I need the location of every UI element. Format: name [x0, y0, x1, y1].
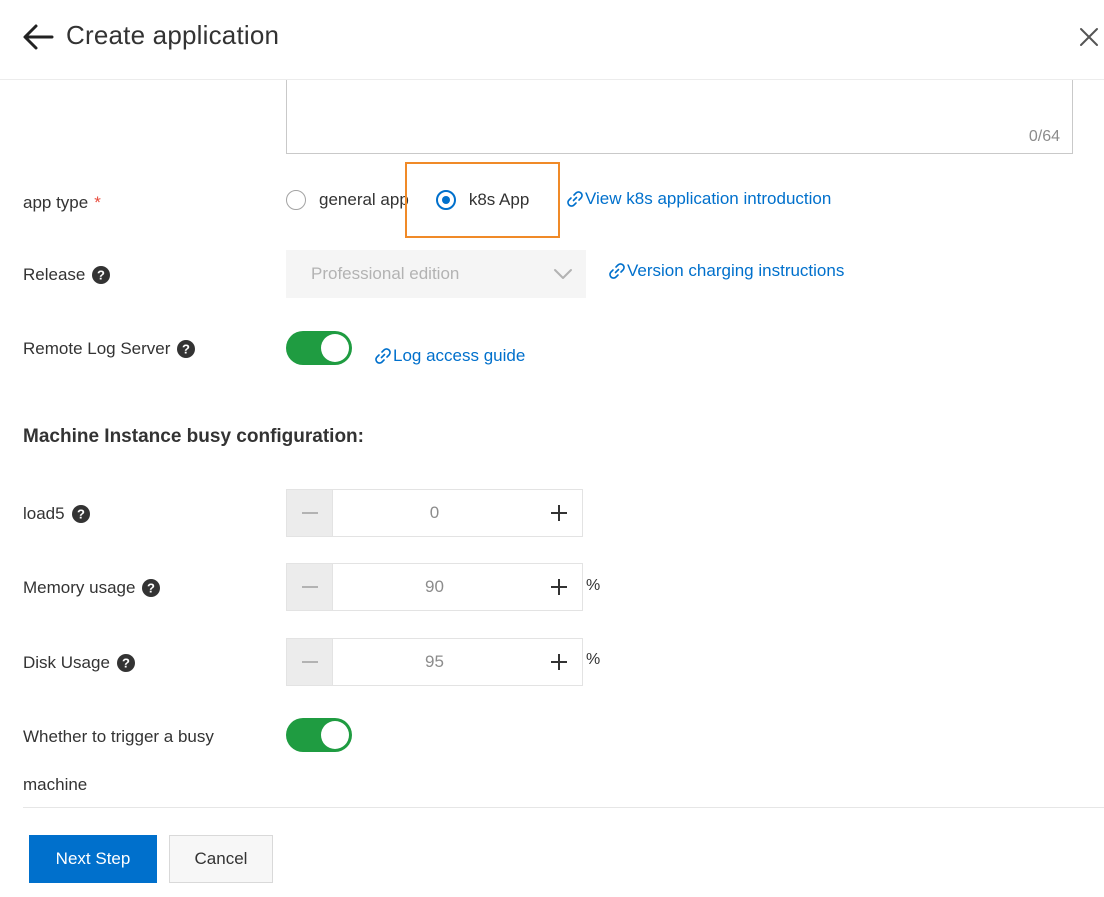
increment-button[interactable]: [536, 489, 583, 537]
plus-icon: [551, 654, 567, 670]
radio-general-app[interactable]: general app: [286, 190, 409, 210]
log-access-link[interactable]: Log access guide: [374, 346, 525, 366]
chevron-down-icon: [554, 269, 572, 279]
app-type-label: app type *: [23, 193, 101, 213]
decrement-button[interactable]: [286, 563, 333, 611]
link-icon: [609, 263, 625, 279]
disk-usage-stepper: 95: [286, 638, 583, 686]
memory-usage-label: Memory usage ?: [23, 578, 161, 598]
increment-button[interactable]: [536, 563, 583, 611]
char-count: 0/64: [1028, 128, 1060, 145]
radio-label-k8s: k8s App: [468, 190, 530, 209]
app-type-label-text: app type: [23, 193, 89, 212]
load5-input[interactable]: 0: [333, 489, 536, 537]
k8s-intro-link[interactable]: View k8s application introduction: [566, 189, 831, 209]
memory-usage-input[interactable]: 90: [333, 563, 536, 611]
version-charging-link-text[interactable]: Version charging instructions: [627, 261, 844, 281]
disk-usage-label-text: Disk Usage: [23, 653, 110, 672]
increment-button[interactable]: [536, 638, 583, 686]
remote-log-toggle[interactable]: [286, 331, 352, 365]
app-type-radio-group: general app k8s App: [286, 190, 529, 210]
footer-divider: [23, 807, 1104, 808]
svg-text:?: ?: [122, 656, 130, 671]
log-access-link-text[interactable]: Log access guide: [393, 346, 525, 366]
release-select[interactable]: Professional edition: [286, 250, 586, 298]
memory-usage-stepper: 90: [286, 563, 583, 611]
radio-label-general: general app: [319, 190, 409, 209]
remote-log-label-text: Remote Log Server: [23, 339, 171, 358]
disk-usage-label: Disk Usage ?: [23, 653, 135, 673]
description-textarea[interactable]: 0/64: [286, 80, 1073, 154]
help-icon[interactable]: ?: [177, 340, 196, 358]
help-icon[interactable]: ?: [92, 266, 111, 284]
disk-usage-input[interactable]: 95: [333, 638, 536, 686]
drawer-header: Create application: [0, 0, 1104, 80]
remote-log-label: Remote Log Server ?: [23, 339, 196, 359]
svg-text:?: ?: [77, 507, 85, 522]
close-icon[interactable]: [1076, 24, 1102, 50]
svg-text:?: ?: [147, 581, 155, 596]
toggle-knob: [321, 334, 349, 362]
radio-k8s-app[interactable]: k8s App: [435, 190, 530, 210]
minus-icon: [301, 512, 318, 514]
trigger-busy-label-line1: Whether to trigger a busy: [23, 727, 214, 746]
minus-icon: [301, 586, 318, 588]
svg-text:?: ?: [182, 342, 190, 357]
radio-circle-k8s[interactable]: [435, 190, 456, 210]
back-arrow-icon[interactable]: [22, 22, 54, 52]
k8s-intro-link-text[interactable]: View k8s application introduction: [585, 189, 831, 209]
radio-circle-general[interactable]: [286, 190, 306, 210]
link-icon: [375, 348, 391, 364]
help-icon[interactable]: ?: [142, 579, 161, 597]
release-label: Release ?: [23, 265, 111, 285]
trigger-busy-toggle[interactable]: [286, 718, 352, 752]
toggle-knob: [321, 721, 349, 749]
decrement-button[interactable]: [286, 489, 333, 537]
release-label-text: Release: [23, 265, 86, 284]
load5-label: load5 ?: [23, 504, 90, 524]
minus-icon: [301, 661, 318, 663]
help-icon[interactable]: ?: [116, 654, 135, 672]
plus-icon: [551, 579, 567, 595]
memory-usage-label-text: Memory usage: [23, 578, 136, 597]
svg-text:?: ?: [97, 268, 105, 283]
section-title: Machine Instance busy configuration:: [23, 426, 364, 447]
load5-label-text: load5: [23, 504, 65, 523]
page-title: Create application: [66, 20, 280, 50]
percent-suffix: %: [586, 651, 601, 668]
trigger-busy-label-line2: machine: [23, 775, 88, 794]
cancel-button[interactable]: Cancel: [169, 835, 273, 883]
link-icon: [567, 191, 583, 207]
release-select-value: Professional edition: [311, 264, 460, 283]
required-mark: *: [94, 193, 101, 212]
load5-stepper: 0: [286, 489, 583, 537]
help-icon[interactable]: ?: [71, 505, 90, 523]
decrement-button[interactable]: [286, 638, 333, 686]
version-charging-link[interactable]: Version charging instructions: [608, 261, 844, 281]
next-step-button[interactable]: Next Step: [29, 835, 157, 883]
percent-suffix: %: [586, 577, 601, 594]
plus-icon: [551, 505, 567, 521]
